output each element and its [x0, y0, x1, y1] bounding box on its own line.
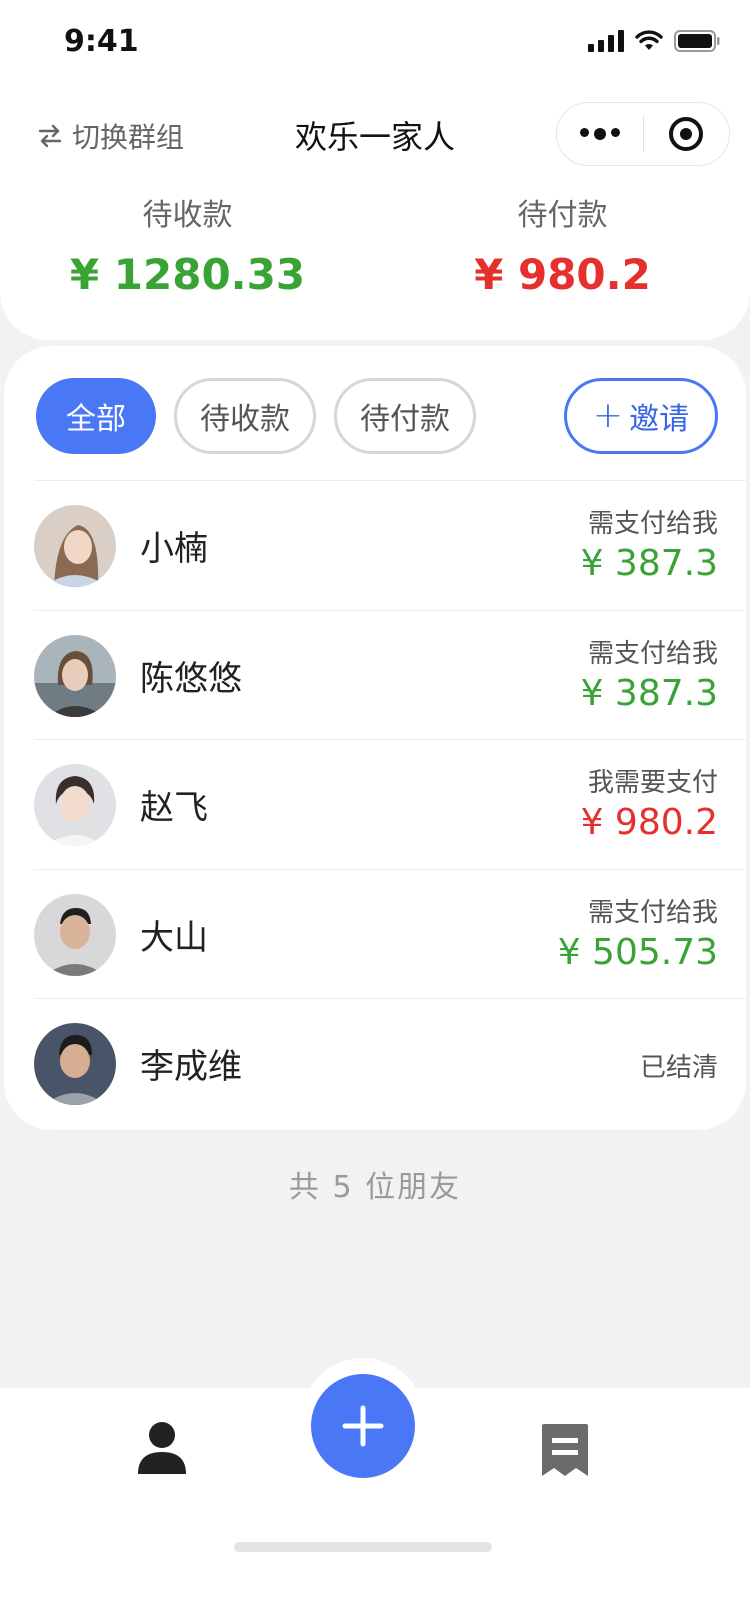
list-item[interactable]: 李成维 已结清	[34, 998, 746, 1128]
receivable-label: 待收款	[142, 198, 233, 233]
friend-name: 赵飞	[140, 788, 208, 828]
plus-icon: +	[592, 395, 624, 436]
friend-name: 小楠	[140, 529, 208, 569]
friend-amount: ¥ 505.73	[557, 931, 718, 973]
status-bar: 9:41	[0, 0, 750, 88]
mini-program-capsule	[556, 102, 730, 166]
payable-amount: ¥ 980.2	[474, 250, 651, 299]
friend-status: 需支付给我	[587, 897, 718, 928]
list-item[interactable]: 小楠 需支付给我 ¥ 387.3	[34, 480, 746, 610]
list-item[interactable]: 大山 需支付给我 ¥ 505.73	[34, 868, 746, 999]
receipt-icon[interactable]	[540, 1422, 590, 1482]
switch-group-label: 切换群组	[72, 121, 185, 154]
wifi-icon	[634, 30, 664, 52]
friend-amount: ¥ 980.2	[580, 802, 718, 843]
friend-status: 需支付给我	[587, 638, 718, 669]
avatar	[34, 764, 116, 846]
receivable-amount: ¥ 1280.33	[69, 250, 306, 299]
settled-status: 已结清	[639, 1053, 718, 1083]
payable-label: 待付款	[517, 198, 608, 233]
more-dots-icon[interactable]	[557, 128, 643, 140]
friend-amount: ¥ 387.3	[580, 543, 718, 584]
battery-icon	[674, 30, 720, 52]
friend-list-card: 全部 待收款 待付款 + 邀请 小楠 需支付给我 ¥ 387.3 陈悠悠 需支付…	[4, 346, 746, 1130]
invite-label: 邀请	[629, 402, 690, 437]
add-button[interactable]	[311, 1374, 415, 1478]
switch-group-button[interactable]: 切换群组	[36, 116, 184, 156]
list-item[interactable]: 赵飞 我需要支付 ¥ 980.2	[34, 739, 746, 869]
friend-name: 大山	[140, 917, 208, 958]
avatar	[34, 1023, 116, 1105]
person-icon[interactable]	[136, 1420, 188, 1480]
avatar	[34, 505, 116, 587]
payable-summary: 待付款 ¥ 980.2	[375, 190, 750, 299]
friend-status: 需支付给我	[587, 509, 718, 539]
summary-card: 切换群组 欢乐一家人 待收款 ¥ 1280.33 待付款 ¥ 980.2	[0, 88, 750, 340]
filter-receivable[interactable]: 待收款	[174, 378, 316, 454]
target-circle-icon[interactable]	[644, 117, 730, 151]
filter-bar: 全部 待收款 待付款 + 邀请	[36, 378, 718, 454]
avatar	[34, 634, 116, 717]
friend-name: 陈悠悠	[140, 658, 242, 699]
friend-status: 我需要支付	[587, 768, 718, 798]
swap-arrows-icon	[38, 124, 62, 148]
friend-count: 共 5 位朋友	[288, 1170, 462, 1205]
status-icons	[588, 30, 720, 52]
receivable-summary: 待收款 ¥ 1280.33	[0, 190, 375, 299]
status-time: 9:41	[64, 24, 139, 59]
home-indicator	[234, 1542, 492, 1552]
invite-button[interactable]: + 邀请	[564, 378, 718, 454]
filter-payable[interactable]: 待付款	[334, 378, 476, 454]
signal-icon	[588, 30, 624, 52]
plus-icon	[342, 1405, 384, 1447]
friend-name: 李成维	[140, 1047, 242, 1087]
avatar	[34, 893, 116, 976]
friend-list: 小楠 需支付给我 ¥ 387.3 陈悠悠 需支付给我 ¥ 387.3 赵飞 我需…	[34, 480, 746, 1128]
list-item[interactable]: 陈悠悠 需支付给我 ¥ 387.3	[34, 609, 746, 740]
friend-amount: ¥ 387.3	[580, 672, 718, 714]
filter-all[interactable]: 全部	[36, 378, 156, 454]
